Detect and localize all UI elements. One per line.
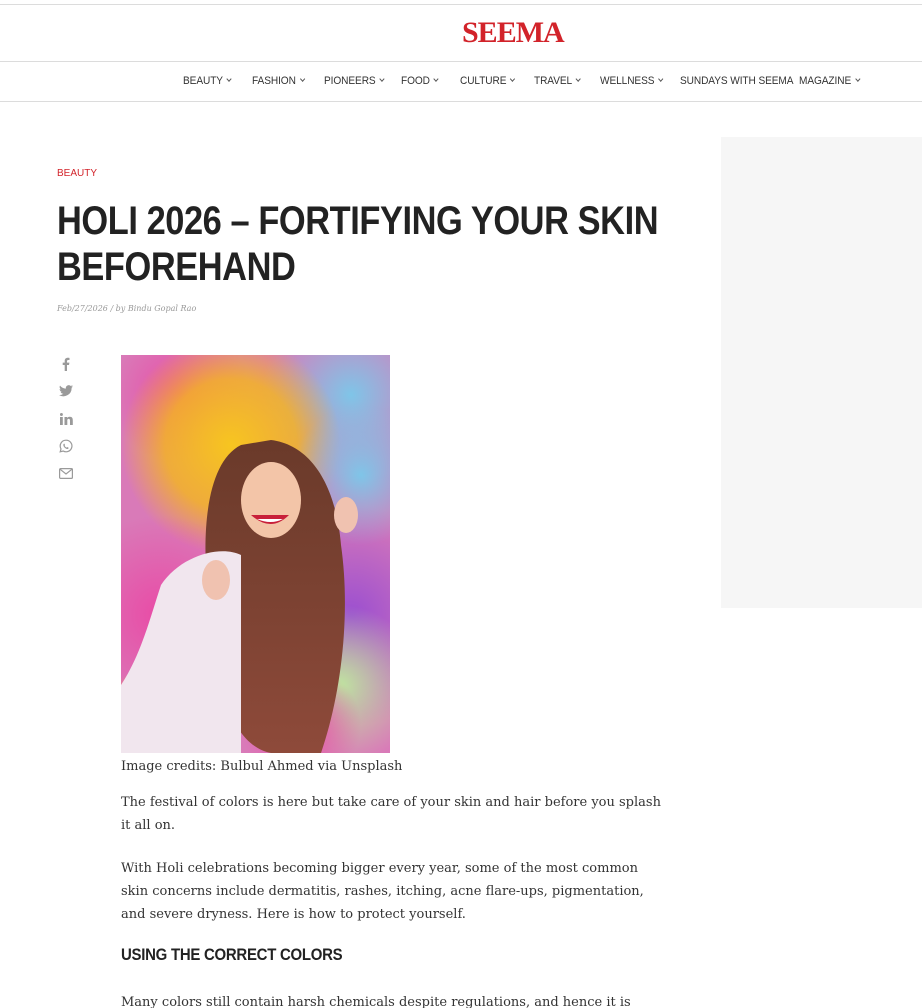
nav-item-label: SUNDAYS WITH SEEMA [680,75,794,87]
chevron-down-icon [575,76,582,82]
nav-item-label: WELLNESS [600,75,655,87]
article-subheading: USING THE CORRECT COLORS [121,945,343,964]
twitter-icon [59,385,73,397]
nav-item-sundays-with-seema[interactable]: SUNDAYS WITH SEEMA [680,62,794,101]
chevron-down-icon [226,76,232,82]
nav-item-travel[interactable]: TRAVEL [534,62,582,101]
share-linkedin[interactable] [58,411,74,427]
site-logo[interactable]: SEEMA [462,17,565,49]
image-caption: Image credits: Bulbul Ahmed via Unsplash [121,759,403,774]
nav-item-label: FASHION [252,75,296,87]
article-category-link[interactable]: BEAUTY [57,168,97,179]
chevron-down-icon [379,76,385,82]
share-twitter[interactable] [58,383,74,399]
share-email[interactable] [58,465,74,481]
nav-item-magazine[interactable]: MAGAZINE [799,62,861,101]
top-divider [0,4,922,5]
nav-item-label: PIONEERS [324,75,376,87]
nav-item-label: MAGAZINE [799,75,852,87]
nav-item-label: FOOD [401,75,430,87]
facebook-icon [62,357,70,371]
chevron-down-icon [510,76,516,82]
share-facebook[interactable] [58,356,74,372]
nav-item-pioneers[interactable]: PIONEERS [324,62,385,101]
holi-photo [121,355,390,753]
article-meta: Feb/27/2026 / by Bindu Gopal Rao [57,304,197,313]
article-paragraph: Many colors still contain harsh chemical… [121,995,631,1008]
chevron-down-icon [433,76,439,82]
nav-item-label: CULTURE [460,75,507,87]
sidebar-ad-placeholder [721,137,922,608]
nav-item-wellness[interactable]: WELLNESS [600,62,664,101]
nav-item-culture[interactable]: CULTURE [460,62,516,101]
article-title: HOLI 2026 – FORTIFYING YOUR SKIN BEFOREH… [57,199,659,289]
whatsapp-icon [59,439,73,453]
chevron-down-icon [854,76,861,82]
article-hero-image [121,355,390,753]
nav-item-fashion[interactable]: FASHION [252,62,305,101]
email-icon [59,467,73,479]
nav-item-food[interactable]: FOOD [401,62,439,101]
chevron-down-icon [658,76,664,82]
linkedin-icon [59,413,73,425]
nav-item-label: TRAVEL [534,75,573,87]
article-paragraph: With Holi celebrations becoming bigger e… [121,861,644,922]
main-navigation: BEAUTY FASHION PIONEERS FOOD CULTURE TRA… [0,61,922,102]
chevron-down-icon [299,76,305,82]
nav-item-label: BEAUTY [183,75,223,87]
article-paragraph: The festival of colors is here but take … [121,795,661,833]
nav-item-beauty[interactable]: BEAUTY [183,62,232,101]
share-whatsapp[interactable] [58,438,74,454]
